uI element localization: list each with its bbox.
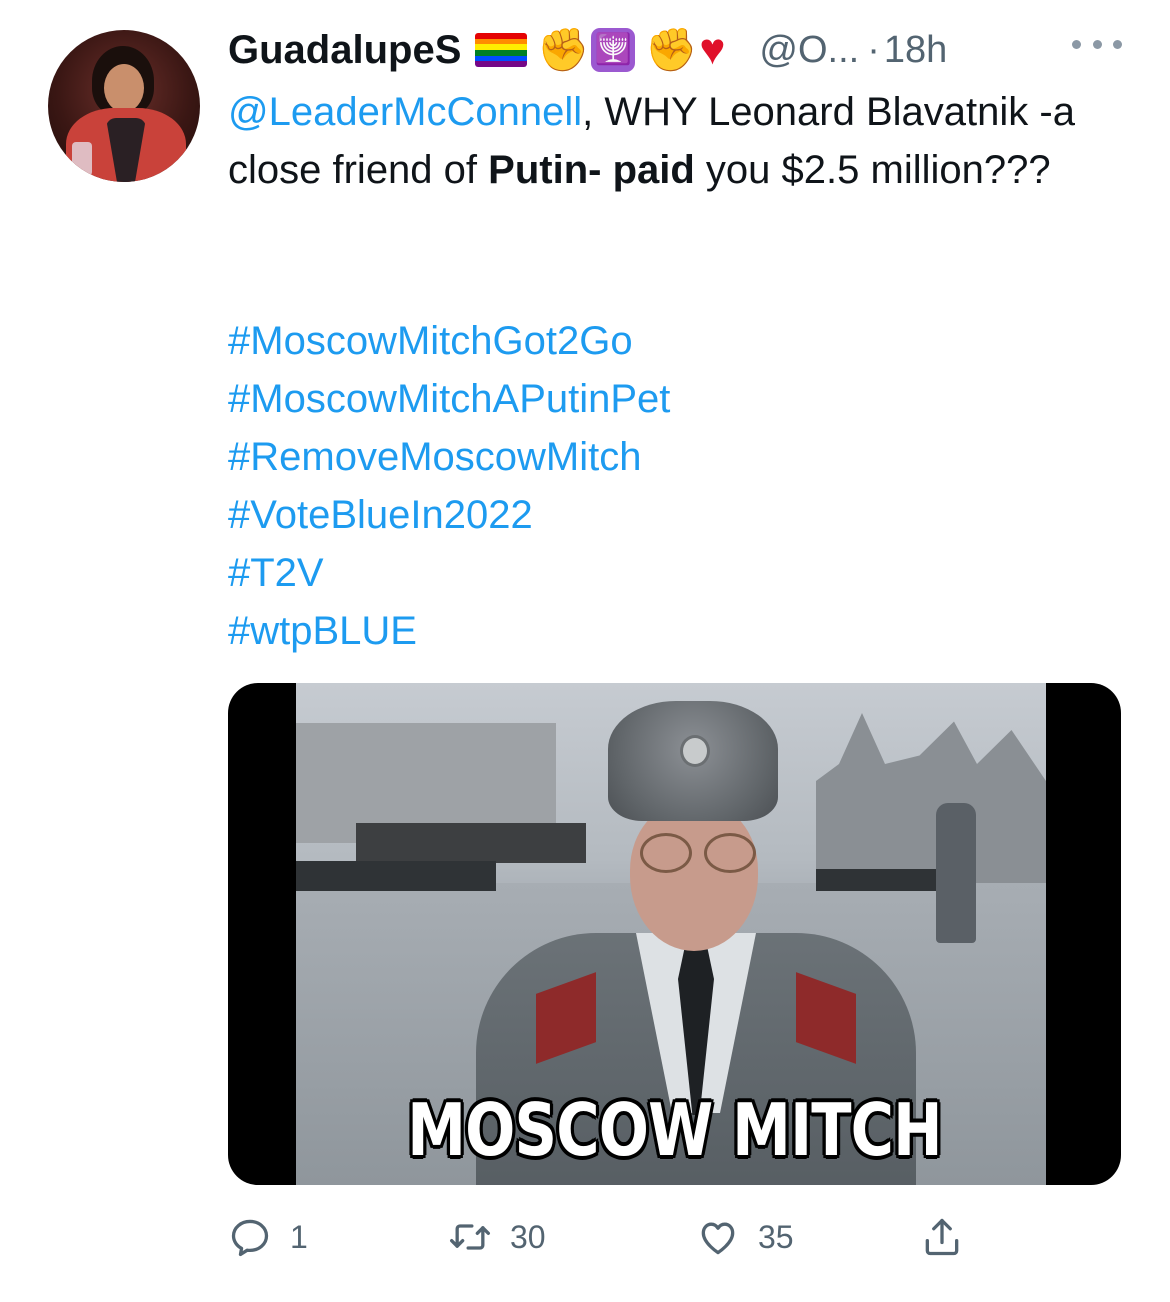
- tweet-media[interactable]: MOSCOW MITCH: [228, 683, 1121, 1185]
- like-button[interactable]: 35: [696, 1205, 794, 1269]
- author-handle[interactable]: @O...: [759, 29, 859, 72]
- like-count: 35: [758, 1218, 794, 1255]
- crowd-left: [296, 861, 496, 891]
- reply-icon: [231, 1219, 269, 1257]
- retweet-count: 30: [510, 1218, 546, 1255]
- menorah-icon: 🕎: [591, 28, 636, 72]
- glasses: [636, 833, 756, 873]
- mention-link[interactable]: @LeaderMcConnell: [228, 90, 582, 134]
- author-display-name[interactable]: GuadalupeS: [228, 28, 461, 73]
- retweet-icon: [450, 1224, 490, 1250]
- retweet-button[interactable]: 30: [448, 1205, 546, 1269]
- reply-button[interactable]: 1: [228, 1205, 308, 1269]
- time-separator: ·: [867, 28, 880, 71]
- share-button[interactable]: [920, 1205, 964, 1269]
- author-avatar[interactable]: [48, 30, 200, 182]
- tweet-text-bold2: paid: [612, 147, 695, 192]
- reply-count: 1: [290, 1218, 308, 1255]
- hashtag-list: #MoscowMitchGot2Go #MoscowMitchAPutinPet…: [228, 312, 670, 660]
- tweet-text-space: [601, 148, 612, 192]
- rainbow-flag-icon: [475, 33, 528, 67]
- red-heart-icon: ♥: [699, 25, 726, 74]
- share-icon: [925, 1218, 959, 1256]
- raised-fist-dark-icon: ✊: [537, 26, 590, 73]
- heart-icon: [701, 1222, 735, 1255]
- avatar-glass: [72, 142, 92, 176]
- hashtag-link[interactable]: #VoteBlueIn2022: [228, 486, 670, 544]
- head: [630, 801, 758, 951]
- tweet-timestamp[interactable]: 18h: [884, 29, 947, 72]
- tweet-header: GuadalupeS ✊ 🕎 ✊ ♥ @O... · 18h: [228, 20, 947, 80]
- more-options-icon[interactable]: [1072, 32, 1122, 56]
- tweet-text: @LeaderMcConnell, WHY Leonard Blavatnik …: [228, 84, 1138, 199]
- hashtag-link[interactable]: #wtpBLUE: [228, 602, 670, 660]
- hashtag-link[interactable]: #MoscowMitchGot2Go: [228, 312, 670, 370]
- tweet-actions: 1 30 35: [228, 1205, 988, 1269]
- hashtag-link[interactable]: #T2V: [228, 544, 670, 602]
- avatar-face: [104, 64, 144, 112]
- tweet-text-part2: you $2.5 million???: [694, 147, 1051, 192]
- raised-fist-medium-icon: ✊: [645, 26, 698, 73]
- hashtag-link[interactable]: #MoscowMitchAPutinPet: [228, 370, 670, 428]
- hashtag-link[interactable]: #RemoveMoscowMitch: [228, 428, 670, 486]
- meme-caption: MOSCOW MITCH: [407, 1088, 942, 1172]
- tweet-text-bold1: Putin-: [488, 147, 602, 192]
- hat-badge: [680, 735, 710, 767]
- guard-figure: [936, 803, 976, 943]
